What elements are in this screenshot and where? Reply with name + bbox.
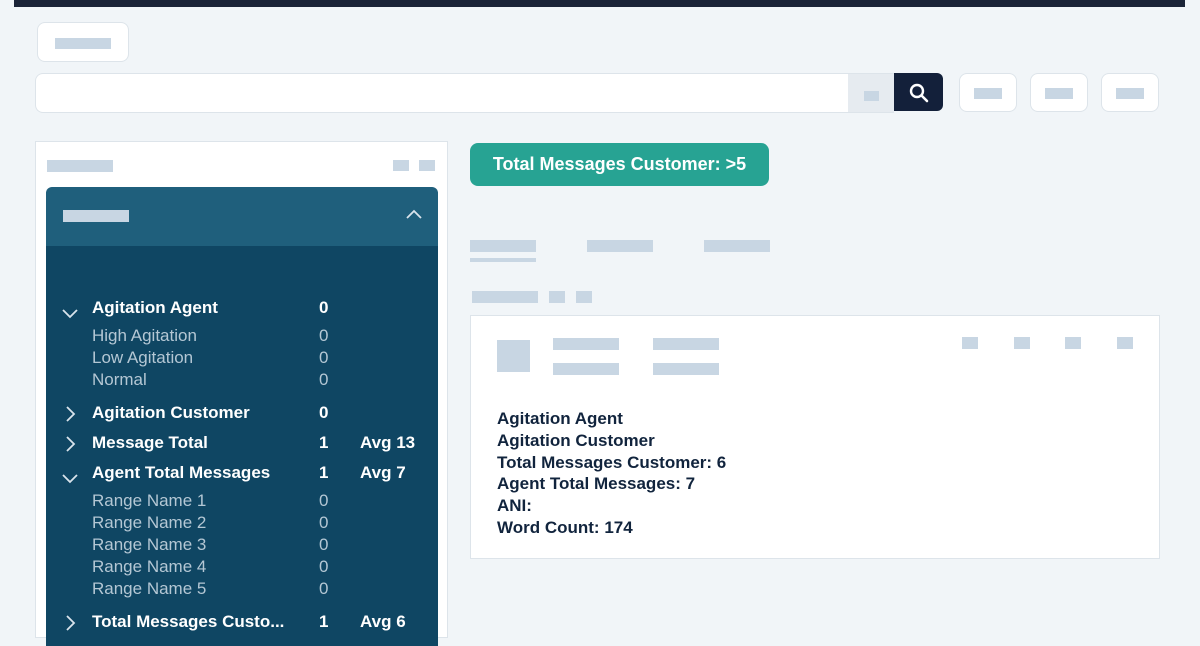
facet-category-label: Agitation Customer — [92, 403, 250, 423]
card-field-placeholder — [553, 363, 619, 375]
search-input[interactable] — [35, 73, 848, 113]
chevron-right-icon[interactable] — [66, 436, 76, 457]
facet-category-count: 1 — [319, 433, 329, 453]
view-tab[interactable] — [37, 22, 129, 62]
active-tab-underline — [470, 258, 536, 262]
card-action-placeholder[interactable] — [1065, 337, 1081, 349]
facet-category-count: 1 — [319, 612, 329, 632]
tab-label-placeholder — [55, 38, 111, 49]
facet-category-avg: Avg 6 — [360, 612, 406, 632]
panel-title-placeholder — [47, 160, 113, 172]
result-tab-placeholder[interactable] — [470, 240, 536, 252]
facet-item-label: Normal — [92, 369, 147, 389]
facet-category-avg: Avg 13 — [360, 433, 416, 453]
tool-label-placeholder — [1116, 88, 1144, 99]
tool-button-1[interactable] — [959, 73, 1017, 112]
chevron-right-icon[interactable] — [66, 406, 76, 427]
result-card[interactable]: Agitation Agent Agitation Customer Total… — [470, 315, 1160, 559]
result-line: Word Count: 174 — [497, 517, 633, 537]
accordion-header[interactable] — [46, 187, 438, 246]
result-line: Total Messages Customer: 6 — [497, 452, 727, 472]
card-field-placeholder — [553, 338, 619, 350]
result-line: ANI: — [497, 496, 532, 516]
result-line: Agitation Customer — [497, 430, 655, 450]
facet-item-label: Range Name 5 — [92, 578, 207, 598]
facet-category-label: Message Total — [92, 433, 208, 453]
panel-action-placeholder[interactable] — [419, 160, 435, 171]
facet-category-label: Agent Total Messages — [92, 463, 271, 483]
panel-action-placeholder[interactable] — [393, 160, 409, 171]
result-line: Agent Total Messages: 7 — [497, 474, 696, 494]
chevron-right-icon[interactable] — [66, 615, 76, 636]
facet-list: Agitation Agent 0 High Agitation 0 Low Agita… — [46, 246, 438, 646]
result-details: Agitation Agent Agitation Customer Total… — [497, 408, 726, 539]
result-line: Agitation Agent — [497, 409, 623, 428]
options-placeholder — [864, 91, 879, 101]
avatar — [497, 340, 530, 372]
card-field-placeholder — [653, 338, 719, 350]
facet-item-label: Low Agitation — [92, 347, 194, 367]
result-tab-placeholder[interactable] — [704, 240, 770, 252]
result-tab-placeholder[interactable] — [587, 240, 653, 252]
facet-item-count: 0 — [319, 578, 329, 598]
facet-category-count: 1 — [319, 463, 329, 483]
accordion-title-placeholder — [63, 210, 129, 222]
card-action-placeholder[interactable] — [962, 337, 978, 349]
tool-label-placeholder — [1045, 88, 1073, 99]
card-action-placeholder[interactable] — [1014, 337, 1030, 349]
facet-item-count: 0 — [319, 491, 329, 511]
facet-item-count: 0 — [319, 513, 329, 533]
chevron-up-icon[interactable] — [406, 209, 422, 219]
facet-item-label: Range Name 1 — [92, 491, 207, 511]
facet-panel: Agitation Agent 0 High Agitation 0 Low Agita… — [35, 141, 448, 646]
facet-item-label: High Agitation — [92, 326, 197, 345]
search-options[interactable] — [848, 73, 894, 113]
chevron-down-icon[interactable] — [62, 304, 78, 324]
result-count-placeholder — [472, 291, 538, 303]
tool-button-3[interactable] — [1101, 73, 1159, 112]
facet-category-count: 0 — [319, 403, 329, 423]
facet-item-label: Range Name 4 — [92, 556, 207, 576]
facet-item-count: 0 — [319, 326, 329, 345]
facet-category-count: 0 — [319, 298, 329, 317]
active-filter-chip[interactable]: Total Messages Customer: >5 — [470, 143, 769, 186]
search-button[interactable] — [894, 73, 943, 111]
chevron-down-icon[interactable] — [62, 469, 78, 489]
facet-item-label: Range Name 3 — [92, 535, 207, 554]
search-icon — [909, 83, 929, 103]
tool-label-placeholder — [974, 88, 1002, 99]
result-meta-placeholder — [549, 291, 565, 303]
card-field-placeholder — [653, 363, 719, 375]
facet-item-count: 0 — [319, 535, 329, 554]
facet-item-count: 0 — [319, 556, 329, 576]
facet-item-count: 0 — [319, 347, 329, 367]
top-bar — [14, 0, 1185, 7]
facet-item-label: Range Name 2 — [92, 513, 207, 533]
tool-button-2[interactable] — [1030, 73, 1088, 112]
facet-category-label: Agitation Agent — [92, 298, 218, 317]
result-meta-placeholder — [576, 291, 592, 303]
facet-category-avg: Avg 7 — [360, 463, 406, 483]
card-action-placeholder[interactable] — [1117, 337, 1133, 349]
facet-item-count: 0 — [319, 369, 329, 389]
facet-category-label: Total Messages Custo... — [92, 612, 285, 632]
